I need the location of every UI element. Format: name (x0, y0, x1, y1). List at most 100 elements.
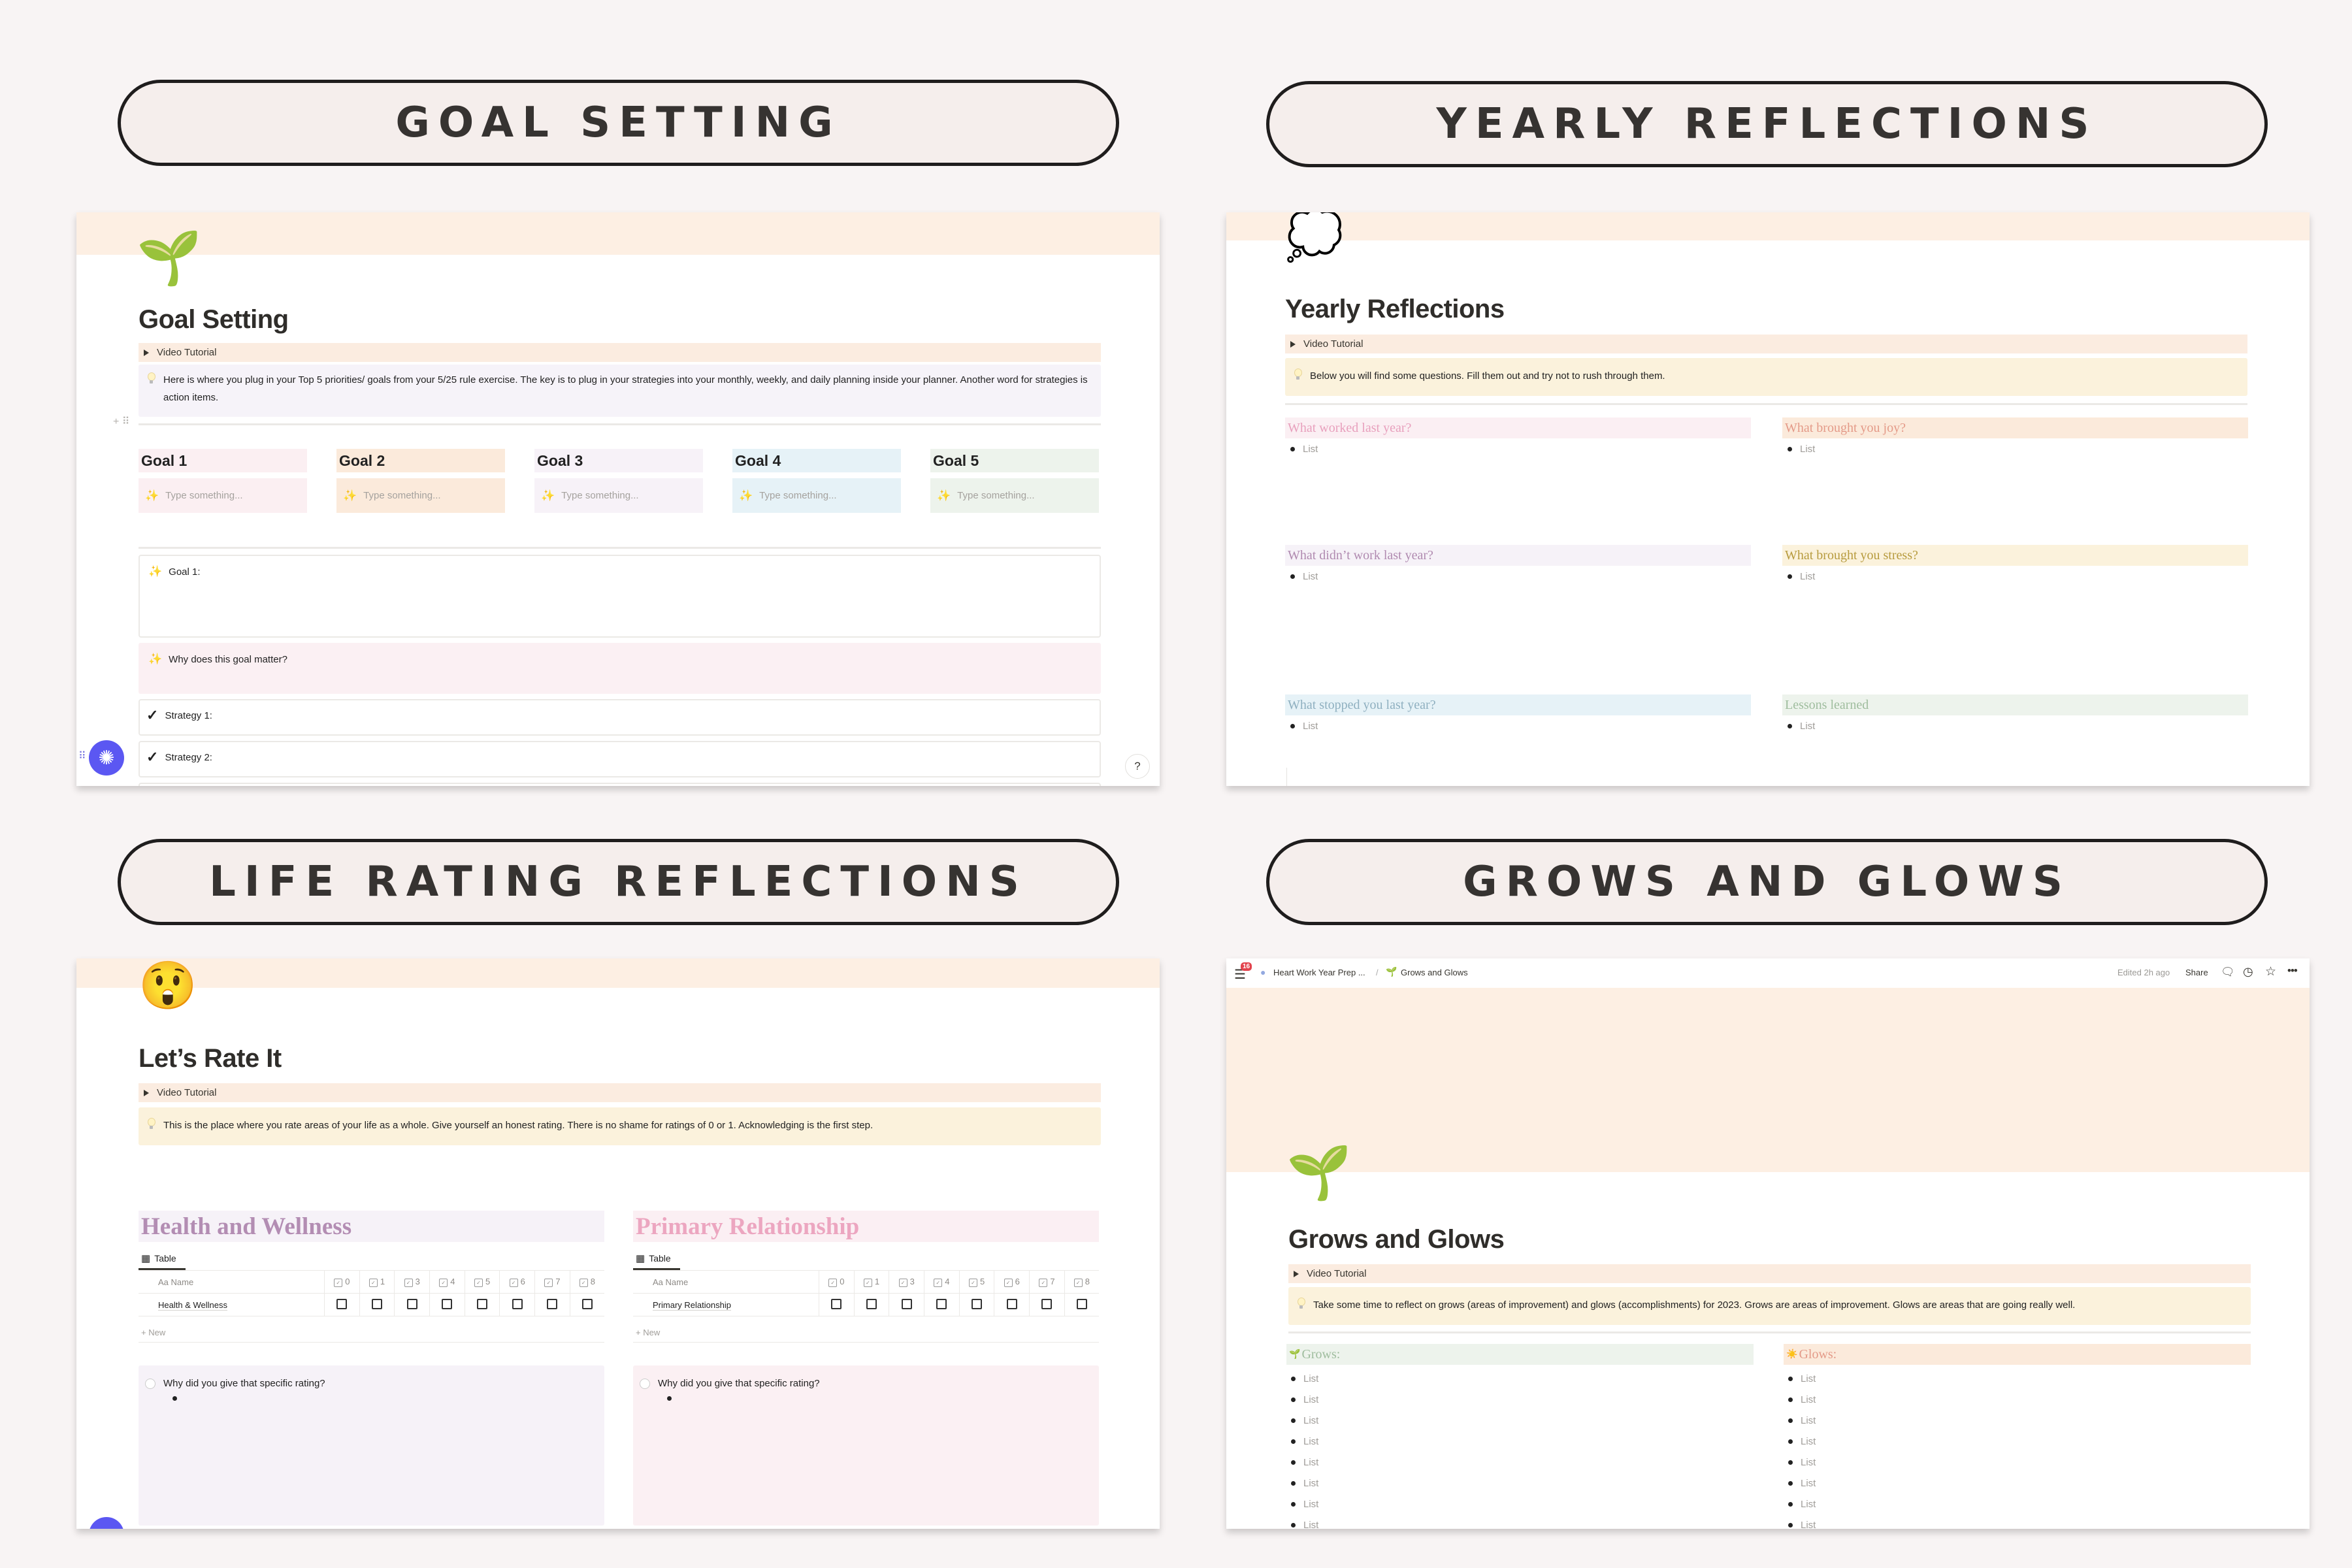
list-item[interactable]: List (1291, 1373, 1318, 1384)
thought-balloon-icon[interactable]: 💭 (1285, 212, 1344, 259)
strategy-3-block[interactable] (139, 783, 1101, 786)
checkbox[interactable] (581, 1298, 593, 1309)
list-item[interactable]: List (1788, 721, 1815, 732)
checkbox[interactable] (547, 1298, 558, 1309)
list-item[interactable]: List (1291, 1457, 1318, 1468)
rating-column-header[interactable]: ✓ 1 (853, 1270, 889, 1294)
list-item[interactable]: List (1291, 1415, 1318, 1426)
list-item[interactable]: List (1291, 1394, 1318, 1405)
list-item[interactable]: List (1290, 721, 1318, 732)
rating-column-header[interactable]: ✓ 6 (499, 1270, 535, 1294)
video-tutorial-toggle[interactable]: Video Tutorial (1288, 1264, 2251, 1283)
rating-column-header[interactable]: ✓ 6 (994, 1270, 1030, 1294)
star-icon[interactable]: ☆ (2265, 964, 2276, 979)
row-name-cell[interactable]: Health & Wellness (139, 1293, 325, 1316)
list-item[interactable]: List (1788, 1520, 1816, 1529)
checkbox[interactable] (1006, 1298, 1017, 1309)
comment-icon[interactable]: 🗨 (2221, 966, 2235, 979)
list-item[interactable]: List (1788, 1457, 1816, 1468)
checkbox[interactable] (866, 1298, 877, 1309)
share-button[interactable]: Share (2185, 968, 2208, 977)
goal-input[interactable]: ✨ Type something... (534, 478, 703, 513)
bullet-icon (1788, 1502, 1793, 1507)
name-column-header[interactable]: Aa Name (633, 1270, 819, 1294)
rating-checkbox-cell (1064, 1293, 1099, 1316)
list-item[interactable]: List (1788, 1394, 1816, 1405)
more-options-icon[interactable]: ••• (2287, 964, 2298, 977)
list-item[interactable]: List (1291, 1499, 1318, 1510)
checkbox[interactable] (406, 1298, 417, 1309)
list-item[interactable]: List (1788, 1436, 1816, 1447)
help-button[interactable]: ? (1125, 754, 1150, 779)
strategy-1-block[interactable] (139, 699, 1101, 736)
drag-handle-icon[interactable]: ⠿ (78, 749, 86, 762)
rating-column-header[interactable]: ✓ 1 (359, 1270, 395, 1294)
rating-column-header[interactable]: ✓ 5 (958, 1270, 994, 1294)
list-item[interactable]: List (1291, 1436, 1318, 1447)
list-item[interactable]: List (1290, 571, 1318, 582)
checkbox[interactable] (1076, 1298, 1087, 1309)
new-row-button[interactable]: + New (636, 1328, 660, 1337)
table-view-tab[interactable]: ▦ Table (636, 1252, 671, 1264)
clock-icon[interactable]: ◷ (2243, 965, 2253, 979)
checkbox[interactable] (1041, 1298, 1053, 1309)
rating-column-header[interactable]: ✓ 0 (819, 1270, 855, 1294)
empty-bullet[interactable] (667, 1396, 679, 1401)
rating-column-header[interactable]: ✓ 7 (1029, 1270, 1065, 1294)
why-rating-callout[interactable] (139, 1365, 604, 1526)
assistant-button[interactable]: ✺ (89, 740, 124, 776)
new-row-button[interactable]: + New (141, 1328, 165, 1337)
goal-input[interactable]: ✨ Type something... (732, 478, 901, 513)
rating-column-header[interactable]: ✓ 5 (464, 1270, 500, 1294)
rating-column-header[interactable]: ✓ 8 (569, 1270, 604, 1294)
rating-column-header[interactable]: ✓ 3 (394, 1270, 430, 1294)
list-item[interactable]: List (1788, 1373, 1816, 1384)
strategy-2-block[interactable] (139, 741, 1101, 777)
video-tutorial-toggle[interactable]: Video Tutorial (139, 343, 1101, 362)
add-block-handle[interactable]: + ⠿ (113, 415, 130, 428)
checkbox[interactable] (336, 1298, 348, 1309)
checkbox[interactable] (372, 1298, 383, 1309)
goal-input[interactable]: ✨ Type something... (930, 478, 1099, 513)
list-item[interactable]: List (1788, 1478, 1816, 1489)
list-item[interactable]: List (1788, 444, 1815, 455)
list-item[interactable]: List (1290, 444, 1318, 455)
checkbox[interactable] (831, 1298, 842, 1309)
empty-bullet[interactable] (172, 1396, 185, 1401)
rating-column-header[interactable]: ✓ 7 (534, 1270, 570, 1294)
astonished-face-icon[interactable]: 😲 (139, 962, 197, 1009)
goal-1-block[interactable] (139, 555, 1101, 638)
rating-column-header[interactable]: ✓ 0 (324, 1270, 360, 1294)
goal-input[interactable]: ✨ Type something... (336, 478, 505, 513)
rating-column-header[interactable]: ✓ 3 (889, 1270, 924, 1294)
name-column-header[interactable]: Aa Name (139, 1270, 325, 1294)
list-item[interactable]: List (1291, 1478, 1318, 1489)
checkbox[interactable] (477, 1298, 488, 1309)
list-item[interactable]: List (1788, 1415, 1816, 1426)
goal-input[interactable]: ✨ Type something... (139, 478, 307, 513)
checkbox[interactable] (901, 1298, 912, 1309)
why-goal-matters-block[interactable] (139, 643, 1101, 694)
checkbox-property-icon: ✓ (863, 1278, 872, 1287)
list-item[interactable]: List (1291, 1520, 1318, 1529)
rating-column-header[interactable]: ✓ 8 (1064, 1270, 1099, 1294)
breadcrumb-current[interactable]: Grows and Glows (1401, 968, 1468, 977)
checkbox[interactable] (972, 1298, 983, 1309)
table-view-tab[interactable]: ▦ Table (141, 1252, 176, 1264)
rating-column-header[interactable]: ✓ 4 (924, 1270, 960, 1294)
seedling-icon[interactable]: 🌱 (1286, 1147, 1352, 1199)
checkbox[interactable] (512, 1298, 523, 1309)
seedling-icon[interactable]: 🌱 (137, 232, 202, 284)
breadcrumb-parent[interactable]: Heart Work Year Prep ... (1273, 968, 1365, 977)
column-label: 4 (945, 1277, 950, 1287)
video-tutorial-toggle[interactable]: Video Tutorial (1285, 335, 2247, 353)
checkbox[interactable] (442, 1298, 453, 1309)
list-item[interactable]: List (1788, 571, 1815, 582)
rating-column-header[interactable]: ✓ 4 (429, 1270, 465, 1294)
video-tutorial-toggle[interactable]: Video Tutorial (139, 1083, 1101, 1102)
checkbox[interactable] (936, 1298, 947, 1309)
why-rating-callout[interactable] (633, 1365, 1099, 1526)
list-item[interactable]: List (1788, 1499, 1816, 1510)
assistant-button[interactable] (89, 1517, 124, 1529)
row-name-cell[interactable]: Primary Relationship (633, 1293, 819, 1316)
